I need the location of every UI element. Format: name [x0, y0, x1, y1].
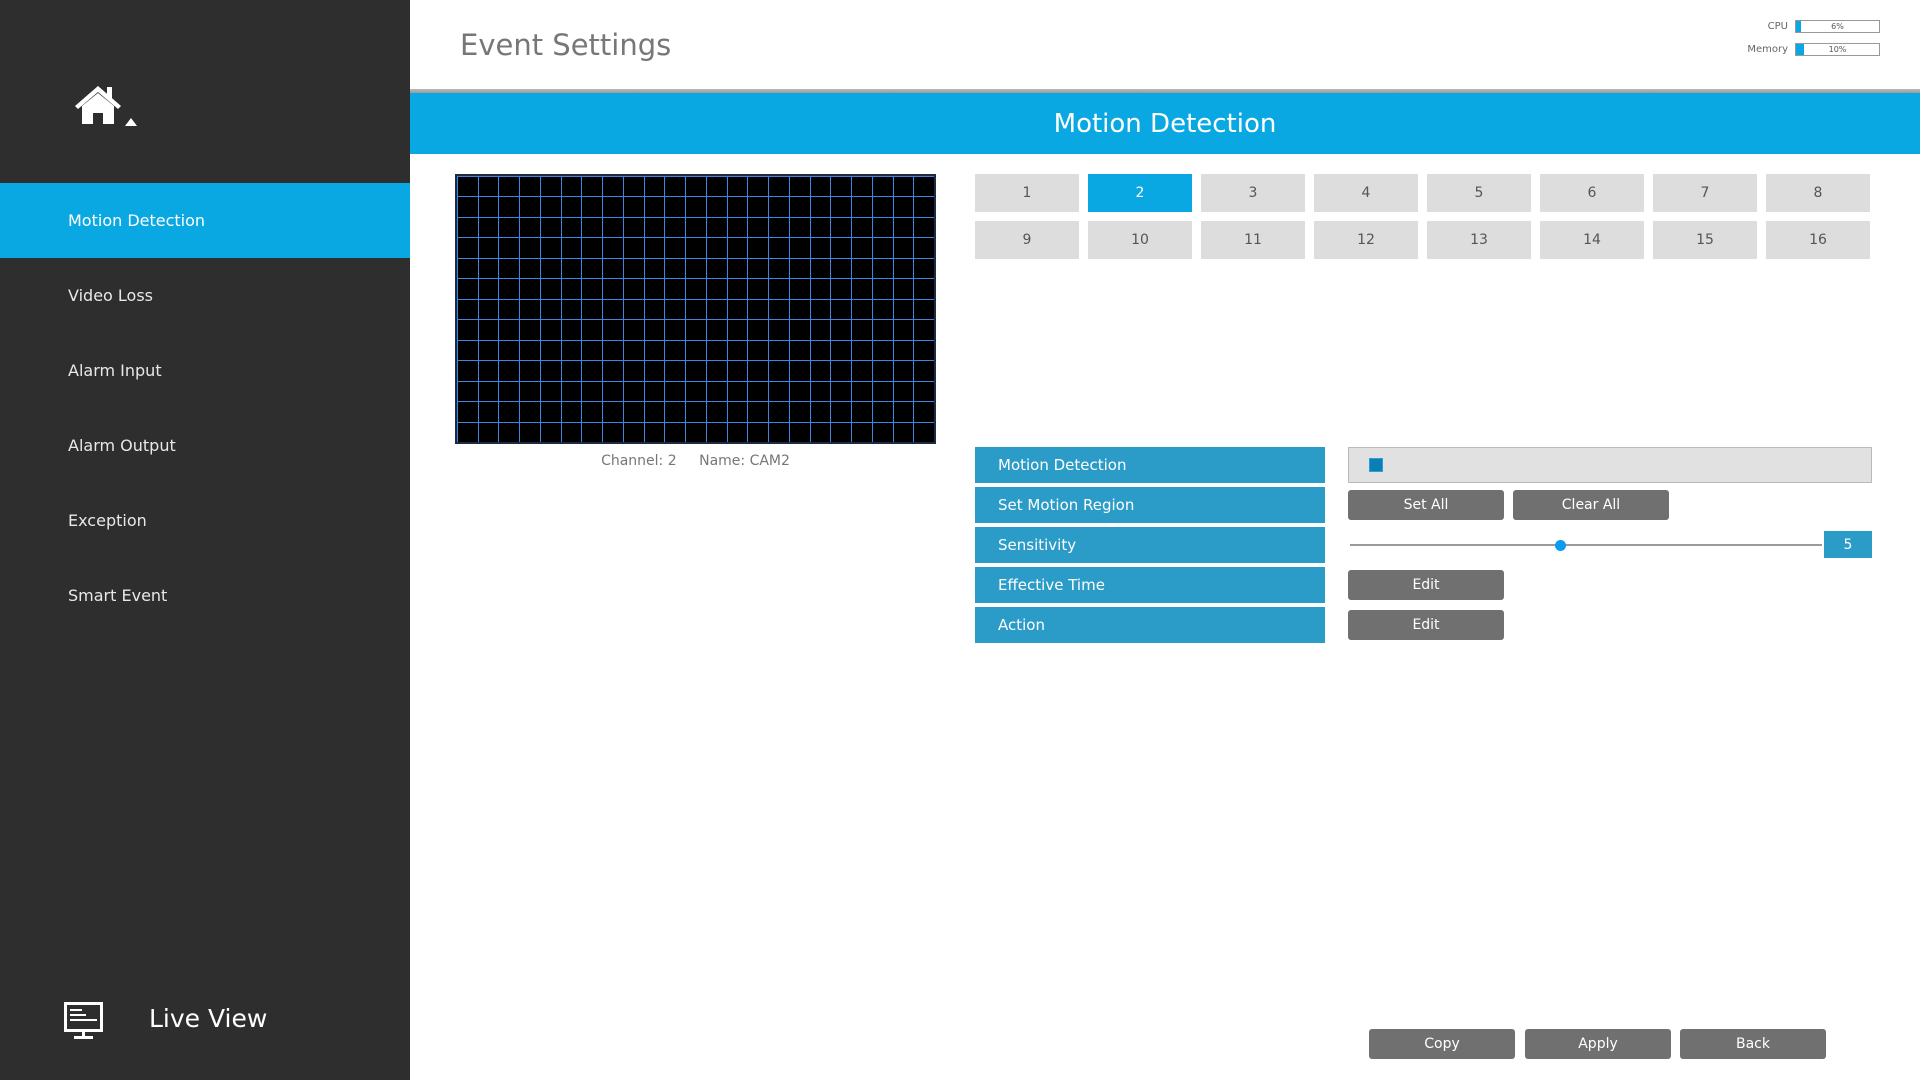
slider-thumb[interactable]	[1554, 540, 1566, 551]
channel-button-11[interactable]: 11	[1201, 221, 1305, 259]
sidebar-item-label: Alarm Input	[68, 361, 162, 380]
channel-button-2[interactable]: 2	[1088, 174, 1192, 212]
sidebar-item-video-loss[interactable]: Video Loss	[0, 258, 410, 333]
effective-time-label: Effective Time	[975, 567, 1325, 603]
channel-button-1[interactable]: 1	[975, 174, 1079, 212]
channel-button-7[interactable]: 7	[1653, 174, 1757, 212]
memory-usage: Memory 10%	[1747, 38, 1880, 61]
clear-all-button[interactable]: Clear All	[1513, 490, 1669, 520]
action-edit-button[interactable]: Edit	[1348, 610, 1504, 640]
channel-button-12[interactable]: 12	[1314, 221, 1418, 259]
channel-button-16[interactable]: 16	[1766, 221, 1870, 259]
channel-button-10[interactable]: 10	[1088, 221, 1192, 259]
slider-track[interactable]	[1350, 544, 1822, 546]
effective-time-edit-button[interactable]: Edit	[1348, 570, 1504, 600]
copy-button[interactable]: Copy	[1369, 1029, 1515, 1059]
channel-button-8[interactable]: 8	[1766, 174, 1870, 212]
channel-button-6[interactable]: 6	[1540, 174, 1644, 212]
set-all-button[interactable]: Set All	[1348, 490, 1504, 520]
cpu-bar: 6%	[1795, 20, 1880, 33]
camera-info: Channel: 2 Name: CAM2	[455, 453, 936, 469]
channel-button-15[interactable]: 15	[1653, 221, 1757, 259]
main-panel: Event Settings CPU 6% Memory 10% Motion …	[410, 0, 1920, 1080]
monitor-icon	[64, 1002, 103, 1039]
sidebar-item-label: Exception	[68, 511, 147, 530]
motion-detection-checkbox[interactable]	[1369, 458, 1383, 472]
home-button[interactable]	[74, 84, 144, 130]
apply-button[interactable]: Apply	[1525, 1029, 1671, 1059]
sensitivity-slider[interactable]: 5	[1350, 531, 1882, 558]
set-motion-region-label: Set Motion Region	[975, 487, 1325, 523]
home-icon	[75, 86, 121, 124]
motion-detection-field	[1348, 447, 1872, 483]
channel-button-13[interactable]: 13	[1427, 221, 1531, 259]
cpu-label: CPU	[1767, 21, 1788, 32]
cpu-usage: CPU 6%	[1747, 15, 1880, 38]
memory-bar: 10%	[1795, 43, 1880, 56]
sidebar-item-label: Smart Event	[68, 586, 168, 605]
camera-name-label: Name: CAM2	[699, 453, 790, 469]
section-title: Motion Detection	[1053, 108, 1277, 139]
motion-detection-label: Motion Detection	[975, 447, 1325, 483]
resource-usage: CPU 6% Memory 10%	[1747, 15, 1880, 61]
sidebar-item-label: Motion Detection	[68, 211, 206, 230]
channel-button-3[interactable]: 3	[1201, 174, 1305, 212]
sidebar-item-motion-detection[interactable]: Motion Detection	[0, 183, 410, 258]
sidebar-item-alarm-output[interactable]: Alarm Output	[0, 408, 410, 483]
page-title: Event Settings	[460, 28, 672, 62]
sidebar-item-label: Alarm Output	[68, 436, 176, 455]
channel-button-14[interactable]: 14	[1540, 221, 1644, 259]
sidebar-item-exception[interactable]: Exception	[0, 483, 410, 558]
channel-button-9[interactable]: 9	[975, 221, 1079, 259]
sidebar-item-smart-event[interactable]: Smart Event	[0, 558, 410, 633]
back-button[interactable]: Back	[1680, 1029, 1826, 1059]
channel-label: Channel: 2	[601, 453, 677, 469]
section-banner: Motion Detection	[410, 93, 1920, 154]
live-view-button[interactable]: Live View	[0, 990, 410, 1050]
sensitivity-value: 5	[1824, 531, 1872, 558]
sidebar-item-label: Video Loss	[68, 286, 154, 305]
sidebar: Motion Detection Video Loss Alarm Input …	[0, 0, 410, 1080]
dropdown-triangle-icon	[125, 118, 137, 126]
sensitivity-label: Sensitivity	[975, 527, 1325, 563]
live-view-label: Live View	[149, 1004, 268, 1033]
motion-region-grid[interactable]	[455, 174, 936, 444]
action-label: Action	[975, 607, 1325, 643]
motion-grid-lines[interactable]	[457, 176, 934, 442]
cpu-value: 6%	[1831, 22, 1844, 31]
sidebar-nav: Motion Detection Video Loss Alarm Input …	[0, 183, 410, 633]
channel-button-5[interactable]: 5	[1427, 174, 1531, 212]
memory-label: Memory	[1747, 44, 1788, 55]
memory-value: 10%	[1828, 45, 1847, 54]
channel-button-4[interactable]: 4	[1314, 174, 1418, 212]
sidebar-item-alarm-input[interactable]: Alarm Input	[0, 333, 410, 408]
